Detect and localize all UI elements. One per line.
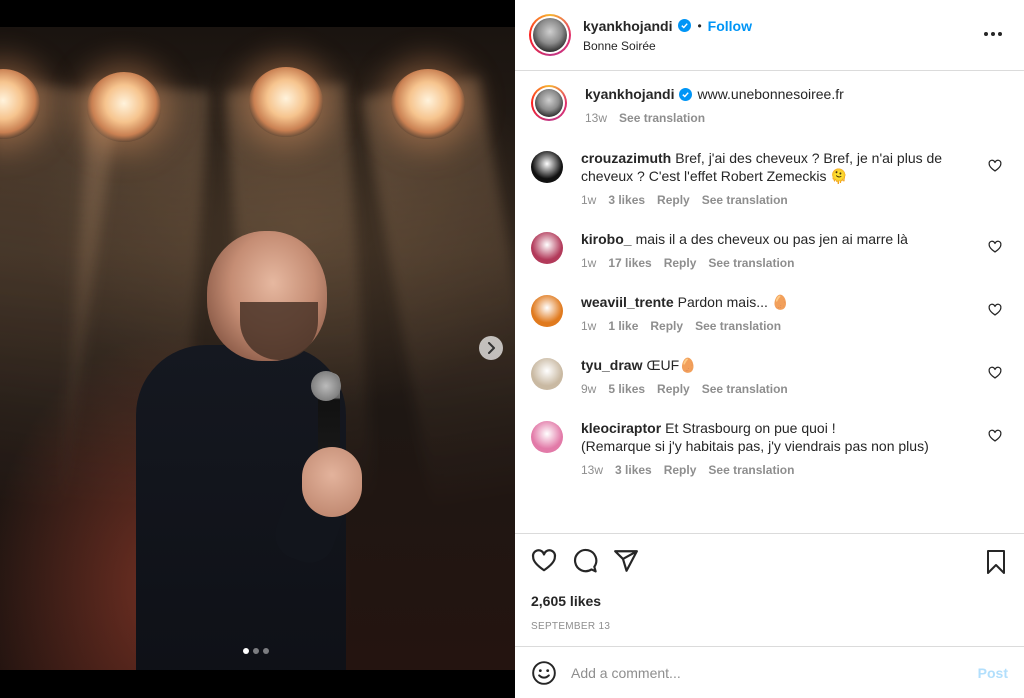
comment-text: mais il a des cheveux ou pas jen ai marr…: [635, 231, 908, 247]
comment-like-heart-icon[interactable]: [988, 366, 1002, 380]
more-icon: [984, 32, 988, 36]
post-sidebar: kyankhojandi • Follow Bonne Soirée kyank…: [515, 0, 1024, 698]
comment-like-heart-icon[interactable]: [988, 303, 1002, 317]
verified-badge-icon: [679, 87, 693, 101]
caption-username[interactable]: kyankhojandi: [585, 85, 674, 103]
comment-time: 1w: [581, 319, 597, 333]
comment-icon[interactable]: [572, 548, 598, 574]
carousel-dot: [263, 648, 269, 654]
author-username[interactable]: kyankhojandi: [583, 18, 672, 34]
comment-likes[interactable]: 3 likes: [615, 463, 652, 477]
commenter-avatar[interactable]: [531, 232, 563, 264]
like-count[interactable]: 2,605 likes: [531, 593, 1008, 609]
comment-likes[interactable]: 17 likes: [608, 256, 651, 270]
comment-time: 9w: [581, 382, 597, 396]
reply-button[interactable]: Reply: [650, 319, 683, 333]
reply-button[interactable]: Reply: [664, 256, 697, 270]
comment-text: Pardon mais... 🥚: [677, 294, 790, 310]
post-location[interactable]: Bonne Soirée: [583, 39, 752, 53]
comment-time: 13w: [581, 463, 604, 477]
carousel-dot-active: [243, 648, 249, 654]
comment-likes[interactable]: 5 likes: [608, 382, 645, 396]
commenter-username[interactable]: crouzazimuth: [581, 150, 671, 166]
see-translation-link[interactable]: See translation: [708, 463, 794, 477]
save-bookmark-icon[interactable]: [984, 549, 1008, 575]
next-slide-button[interactable]: [479, 336, 503, 360]
emoji-icon[interactable]: [531, 660, 557, 686]
commenter-avatar[interactable]: [531, 421, 563, 453]
carousel-dot: [253, 648, 259, 654]
comment-time: 1w: [581, 256, 597, 270]
post-date: SEPTEMBER 13: [531, 621, 611, 632]
performer-hand: [302, 447, 362, 517]
post-caption: kyankhojandi www.unebonnesoiree.fr 13w S…: [531, 85, 1008, 125]
more-options-button[interactable]: [984, 24, 1002, 44]
comment-like-heart-icon[interactable]: [988, 429, 1002, 443]
caption-time: 13w: [585, 111, 608, 125]
commenter-avatar[interactable]: [531, 358, 563, 390]
commenter-username[interactable]: tyu_draw: [581, 357, 642, 373]
commenter-avatar[interactable]: [531, 295, 563, 327]
reply-button[interactable]: Reply: [664, 463, 697, 477]
media-pane: [0, 0, 515, 698]
comment-like-heart-icon[interactable]: [988, 159, 1002, 173]
verified-badge-icon: [678, 19, 692, 32]
share-send-icon[interactable]: [613, 548, 639, 574]
comment-time: 1w: [581, 193, 597, 207]
commenter-avatar[interactable]: [531, 151, 563, 183]
separator: •: [697, 18, 702, 33]
post-comment-button[interactable]: Post: [978, 665, 1008, 681]
see-translation-link[interactable]: See translation: [695, 319, 781, 333]
reply-button[interactable]: Reply: [657, 382, 690, 396]
comment-likes[interactable]: 3 likes: [608, 193, 645, 207]
comment-composer: Post: [515, 646, 1024, 698]
stage-light: [87, 72, 161, 142]
see-translation-link[interactable]: See translation: [702, 382, 788, 396]
comment-item: kirobo_ mais il a des cheveux ou pas jen …: [531, 230, 1008, 270]
commenter-username[interactable]: weaviil_trente: [581, 294, 674, 310]
comments-list: kyankhojandi www.unebonnesoiree.fr 13w S…: [515, 71, 1024, 533]
comment-like-heart-icon[interactable]: [988, 240, 1002, 254]
see-translation-link[interactable]: See translation: [708, 256, 794, 270]
comment-item: crouzazimuth Bref, j'ai des cheveux ? Bre…: [531, 149, 1008, 207]
author-avatar[interactable]: [529, 14, 571, 56]
caption-avatar[interactable]: [531, 85, 567, 121]
carousel-indicator: [243, 648, 269, 654]
caption-text[interactable]: www.unebonnesoiree.fr: [697, 85, 843, 103]
reply-button[interactable]: Reply: [657, 193, 690, 207]
commenter-username[interactable]: kirobo_: [581, 231, 632, 247]
comment-input[interactable]: [571, 664, 978, 681]
see-translation-link[interactable]: See translation: [619, 111, 705, 125]
comment-item: weaviil_trente Pardon mais... 🥚 1w 1 like…: [531, 293, 1008, 333]
like-heart-icon[interactable]: [531, 548, 557, 574]
stage-light: [249, 67, 323, 137]
follow-button[interactable]: Follow: [708, 18, 752, 34]
post-actions: 2,605 likes SEPTEMBER 13: [515, 533, 1024, 646]
comment-text: ŒUF🥚: [646, 357, 697, 373]
light-beam: [360, 76, 515, 512]
post-header: kyankhojandi • Follow Bonne Soirée: [515, 0, 1024, 71]
stage-light: [391, 69, 465, 139]
comment-likes[interactable]: 1 like: [608, 319, 638, 333]
microphone-head: [311, 371, 341, 401]
comment-item: tyu_draw ŒUF🥚 9w 5 likes Reply See transl…: [531, 356, 1008, 396]
chevron-right-icon: [488, 342, 495, 354]
see-translation-link[interactable]: See translation: [702, 193, 788, 207]
post-photo[interactable]: [0, 27, 515, 670]
commenter-username[interactable]: kleociraptor: [581, 420, 661, 436]
instagram-post-modal: kyankhojandi • Follow Bonne Soirée kyank…: [0, 0, 1024, 698]
comment-item: kleociraptor Et Strasbourg on pue quoi ! …: [531, 419, 1008, 477]
